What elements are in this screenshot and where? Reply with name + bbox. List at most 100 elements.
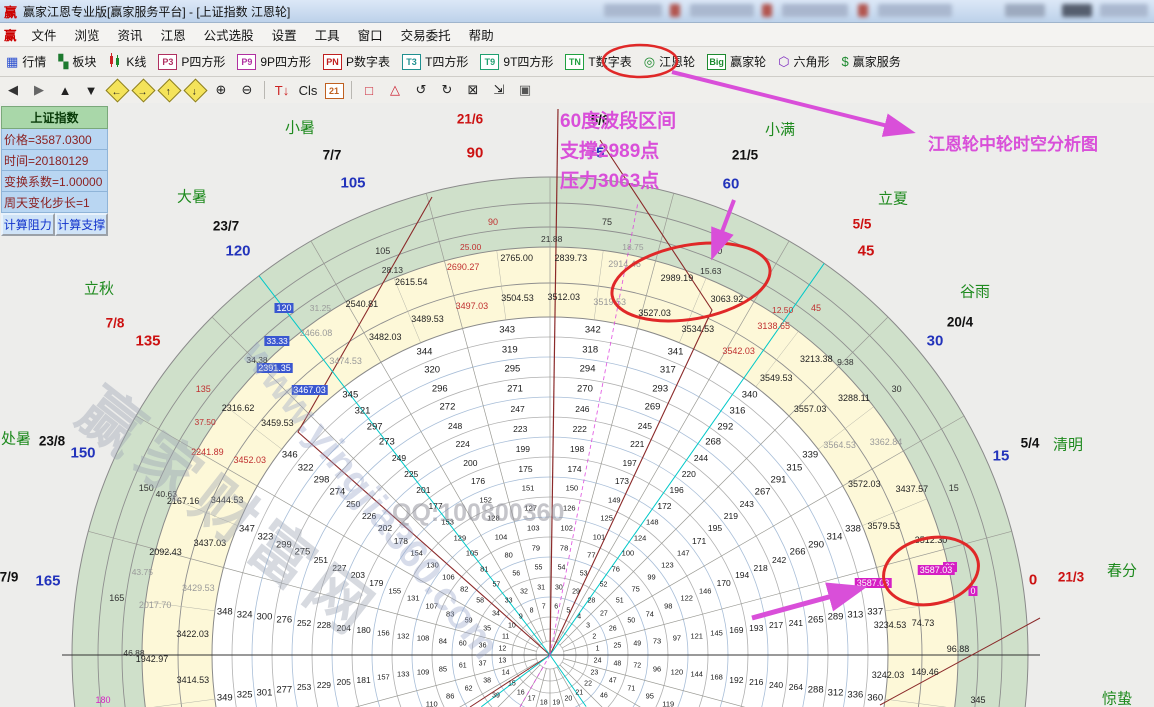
wheel-number: 317 <box>660 365 676 376</box>
wheel-number: 177 <box>428 501 442 511</box>
wheel-number: 74 <box>646 609 654 618</box>
wheel-number: 173 <box>615 476 629 486</box>
wheel-number: 72 <box>633 663 641 670</box>
wheel-rim-label: 120 <box>225 243 250 260</box>
menu-item-3[interactable]: 资讯 <box>109 23 152 46</box>
menu-item-8[interactable]: 窗口 <box>349 23 392 46</box>
menu-item-4[interactable]: 江恩 <box>152 23 195 46</box>
toolbar-button-zoom-out[interactable]: ⊖ <box>234 81 260 99</box>
toolbar-button-t3-badge[interactable]: T3T四方形 <box>396 51 474 72</box>
wheel-number: 26 <box>609 625 617 632</box>
sector-blocks-icon: ▚ <box>58 54 68 70</box>
wheel-number: 25 <box>614 643 622 650</box>
toolbar-button-compress[interactable]: ⇲ <box>486 81 512 99</box>
wheel-number: 101 <box>593 532 606 541</box>
presentation-icon: ▣ <box>519 82 531 97</box>
menu-bar: 赢 文件浏览资讯江恩公式选股设置工具窗口交易委托帮助 <box>0 23 1154 47</box>
wheel-number: 110 <box>426 699 438 707</box>
wheel-extra-label: 96.88 <box>947 644 970 654</box>
toolbar-button-draw-rect[interactable]: □ <box>356 82 382 99</box>
wheel-fraction: 12.50 <box>772 305 793 315</box>
wheel-number: 32 <box>520 589 528 596</box>
calc-support-button[interactable]: 计算支撑 <box>55 213 109 236</box>
wheel-price-inner: 3429.53 <box>182 583 215 593</box>
wheel-number: 49 <box>633 640 641 647</box>
wheel-number: 295 <box>504 364 520 375</box>
wheel-price-outer: 2167.16 <box>167 496 200 506</box>
toolbar-button-rotate-ccw[interactable]: ↺ <box>408 81 434 99</box>
menu-item-10[interactable]: 帮助 <box>460 23 503 46</box>
toolbar-button-calendar-21[interactable]: 21 <box>321 81 347 100</box>
toolbar-button-gann-wheel[interactable]: ◎江恩轮 <box>638 51 701 72</box>
draw-triangle-icon: △ <box>390 82 400 97</box>
wheel-number: 203 <box>351 570 365 580</box>
toolbar-button-p3-badge[interactable]: P3P四方形 <box>152 51 231 72</box>
toolbar-button-arrow-down[interactable]: ▼ <box>78 82 104 99</box>
wheel-number: 268 <box>705 437 721 448</box>
toolbar-button-hexagon[interactable]: ⬡六角形 <box>772 51 835 72</box>
wheel-number: 319 <box>502 344 518 355</box>
toolbar-button-expand[interactable]: ⊠ <box>460 81 486 99</box>
wheel-number: 200 <box>463 458 477 468</box>
wheel-number: 156 <box>377 629 390 638</box>
wheel-number: 294 <box>580 364 596 375</box>
toolbar-button-arrow-up[interactable]: ▲ <box>52 82 78 99</box>
toolbar-button-zoom-in[interactable]: ⊕ <box>208 81 234 99</box>
wheel-number: 153 <box>441 517 454 526</box>
toolbar-button-tn-badge[interactable]: TNT数字表 <box>559 51 637 72</box>
wheel-rim-label: 30 <box>927 333 944 350</box>
toolbar-button-candlestick[interactable]: K线 <box>102 51 152 72</box>
toolbar-button-sector-blocks[interactable]: ▚板块 <box>52 51 102 72</box>
toolbar-button-pn-badge[interactable]: PNP数字表 <box>317 51 396 72</box>
toolbar-button-pan-down[interactable]: ↓ <box>182 81 208 100</box>
menu-item-5[interactable]: 公式选股 <box>195 23 263 46</box>
wheel-number: 103 <box>527 524 540 533</box>
toolbar-button-cls-button[interactable]: Cls <box>295 82 321 99</box>
wheel-rim-label: 21/3 <box>1058 570 1084 585</box>
wheel-price-outer: 2839.73 <box>555 253 588 263</box>
menu-item-7[interactable]: 工具 <box>306 23 349 46</box>
toolbar-button-t-updown[interactable]: T↓ <box>269 82 295 99</box>
gann-wheel-chart[interactable]: 1234567891011121314151617181920212223242… <box>0 103 1154 707</box>
toolbar-button-draw-triangle[interactable]: △ <box>382 81 408 99</box>
toolbar-button-presentation[interactable]: ▣ <box>512 81 538 99</box>
wheel-price-outer: 2466.08 <box>300 328 333 338</box>
menu-item-6[interactable]: 设置 <box>263 23 306 46</box>
wheel-number: 155 <box>389 586 402 595</box>
menu-item-2[interactable]: 浏览 <box>66 23 109 46</box>
toolbar-button-service[interactable]: $赢家服务 <box>836 51 907 72</box>
menu-item-1[interactable]: 文件 <box>23 23 66 46</box>
obscured-region <box>858 4 868 17</box>
toolbar-button-arrow-right[interactable]: ▶ <box>26 81 52 99</box>
wheel-price-inner: 3527.03 <box>638 308 671 318</box>
candlestick-icon <box>108 53 122 70</box>
pan-down-icon: ↓ <box>183 78 207 102</box>
wheel-price-outer: 3213.38 <box>800 354 833 364</box>
wheel-number: 106 <box>442 573 455 582</box>
toolbar-label: T数字表 <box>588 53 631 70</box>
obscured-region <box>1062 4 1092 17</box>
zoom-out-icon: ⊖ <box>242 82 253 97</box>
toolbar-button-pan-right[interactable]: → <box>130 81 156 100</box>
toolbar-button-p9-badge[interactable]: P99P四方形 <box>231 51 317 72</box>
wheel-price-outer: 2914.46 <box>608 259 641 269</box>
menu-item-9[interactable]: 交易委托 <box>392 23 460 46</box>
toolbar-button-rotate-cw[interactable]: ↻ <box>434 81 460 99</box>
wheel-number: 99 <box>647 573 655 582</box>
toolbar-button-t9-badge[interactable]: T99T四方形 <box>474 51 559 72</box>
wheel-price-inner: 3534.53 <box>682 324 715 334</box>
toolbar-button-winner-wheel[interactable]: Big赢家轮 <box>701 51 772 72</box>
wheel-number: 171 <box>692 536 706 546</box>
wheel-number: 4 <box>577 613 581 620</box>
toolbar-button-quote-grid[interactable]: ▦行情 <box>0 51 52 72</box>
wheel-number: 79 <box>532 543 540 552</box>
wheel-number: 219 <box>724 511 738 521</box>
toolbar-button-pan-left[interactable]: ← <box>104 81 130 100</box>
wheel-number: 18 <box>540 699 548 706</box>
wheel-price-outer: 3063.92 <box>711 294 744 304</box>
toolbar-button-arrow-left[interactable]: ◀ <box>0 81 26 99</box>
wheel-number: 340 <box>742 389 758 400</box>
calc-resistance-button[interactable]: 计算阻力 <box>1 213 55 236</box>
calendar-21-icon: 21 <box>325 83 344 99</box>
toolbar-button-pan-up[interactable]: ↑ <box>156 81 182 100</box>
